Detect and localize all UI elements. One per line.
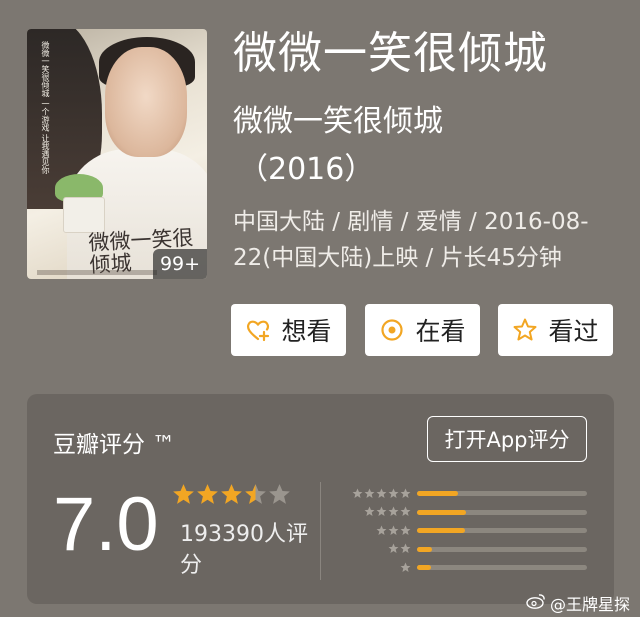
mini-star-icon [364, 506, 375, 517]
mini-star-icon [388, 488, 399, 498]
mini-star-icon [388, 543, 399, 554]
rating-star-icon [196, 483, 219, 510]
distribution-bar-fill [417, 546, 433, 552]
movie-poster[interactable]: 微微一笑很倾城 一个游戏 让我遇见你 微微一笑很倾城 99+ [27, 29, 207, 279]
heart-plus-icon [245, 317, 271, 343]
rating-label: 豆瓣评分 ™ [53, 432, 176, 458]
want-to-watch-label: 想看 [281, 317, 332, 346]
watching-button[interactable]: 在看 [365, 304, 480, 356]
distribution-bar-fill [417, 528, 465, 533]
distribution-stars [345, 488, 411, 499]
distribution-row [345, 540, 595, 558]
photo-count-badge[interactable]: 99+ [153, 249, 207, 279]
watermark-text: @王牌星探 [549, 595, 630, 614]
rating-star-icon [172, 483, 195, 510]
rating-star-icon [244, 483, 267, 510]
mini-star-icon [400, 488, 411, 498]
poster-footer [37, 270, 157, 275]
mini-star-icon [400, 543, 411, 554]
mini-star-icon [400, 525, 411, 535]
distribution-row [345, 484, 595, 502]
poster-face [105, 47, 187, 157]
distribution-stars [345, 543, 411, 554]
rating-star-icon [220, 483, 243, 510]
distribution-stars [345, 525, 411, 536]
rating-count[interactable]: 193390人评分 [180, 520, 310, 582]
poster-pot [63, 197, 105, 233]
mini-star-icon [376, 525, 387, 535]
star-outline-icon [512, 317, 538, 343]
distribution-bar [417, 546, 587, 552]
rating-card: 豆瓣评分 ™ 打开App评分 7.0 193390人评分 [27, 394, 614, 604]
distribution-bar [417, 565, 587, 570]
distribution-row [345, 521, 595, 539]
distribution-bar [417, 528, 587, 533]
distribution-bar [417, 491, 587, 496]
poster-side-text: 微微一笑很倾城 一个游戏 让我遇见你 [41, 41, 50, 175]
distribution-bar-fill [417, 565, 431, 570]
divider [320, 482, 321, 580]
open-app-rate-button[interactable]: 打开App评分 [427, 416, 587, 462]
distribution-bar-fill [417, 491, 458, 496]
movie-title: 微微一笑很倾城 [233, 28, 548, 79]
distribution-row [345, 503, 595, 521]
mini-star-icon [376, 506, 387, 517]
distribution-stars [345, 562, 411, 573]
target-icon [379, 317, 405, 343]
weibo-icon [526, 593, 546, 613]
distribution-bar-fill [417, 509, 467, 515]
mini-star-icon [352, 488, 363, 498]
watching-label: 在看 [415, 317, 466, 346]
rating-score: 7.0 [53, 482, 159, 567]
want-to-watch-button[interactable]: 想看 [231, 304, 346, 356]
rating-star-icon [268, 483, 291, 510]
distribution-bar [417, 509, 587, 515]
watched-button[interactable]: 看过 [498, 304, 613, 356]
mini-star-icon [400, 562, 411, 572]
movie-meta: 中国大陆 / 剧情 / 爱情 / 2016-08-22(中国大陆)上映 / 片长… [233, 209, 589, 271]
movie-year: （2016） [238, 152, 375, 187]
rating-stars [172, 483, 291, 510]
movie-original-title: 微微一笑很倾城 [233, 104, 443, 139]
watched-label: 看过 [548, 317, 599, 346]
mini-star-icon [400, 506, 411, 517]
mini-star-icon [376, 488, 387, 498]
distribution-row [345, 558, 595, 576]
watermark: @王牌星探 [526, 591, 630, 615]
mini-star-icon [364, 488, 375, 498]
mini-star-icon [388, 525, 399, 535]
mini-star-icon [388, 506, 399, 517]
distribution-stars [345, 506, 411, 517]
